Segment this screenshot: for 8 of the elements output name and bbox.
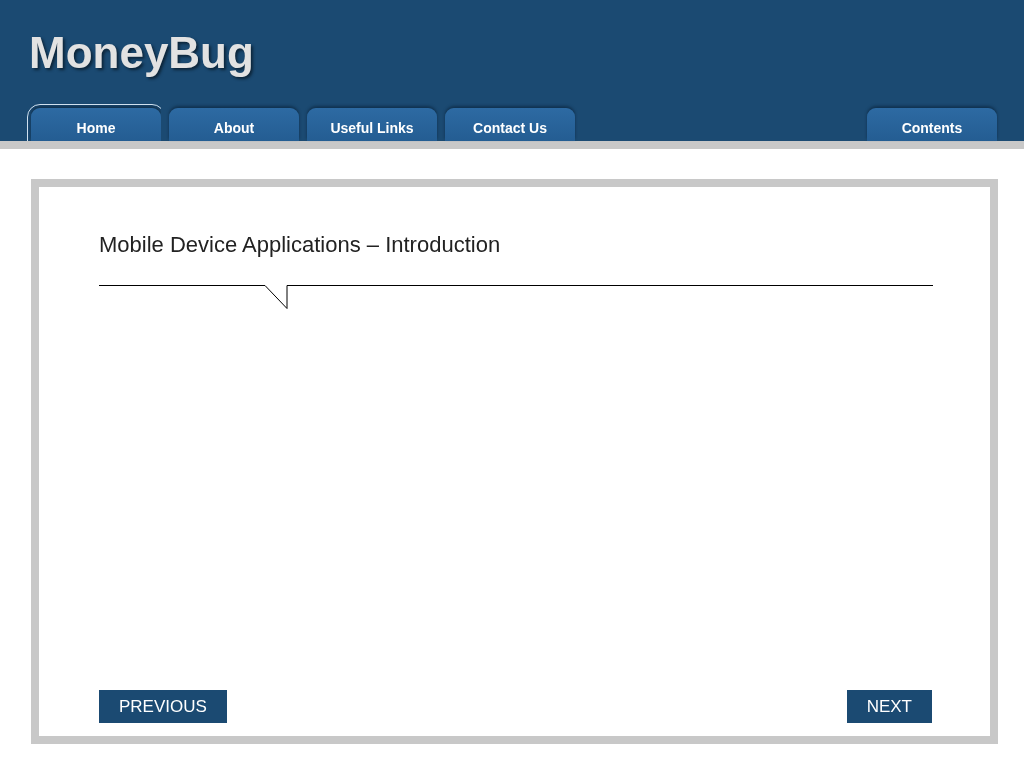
previous-button[interactable]: PREVIOUS	[99, 690, 227, 723]
nav-tab[interactable]: Contact Us	[445, 108, 575, 141]
site-logo: MoneyBug	[29, 28, 255, 78]
nav-tab[interactable]: Contents	[867, 108, 997, 141]
page-title: Mobile Device Applications – Introduction	[99, 231, 502, 259]
nav-tab[interactable]: About	[169, 108, 299, 141]
next-button[interactable]: NEXT	[846, 690, 932, 723]
nav-tab[interactable]: Useful Links	[307, 108, 437, 141]
